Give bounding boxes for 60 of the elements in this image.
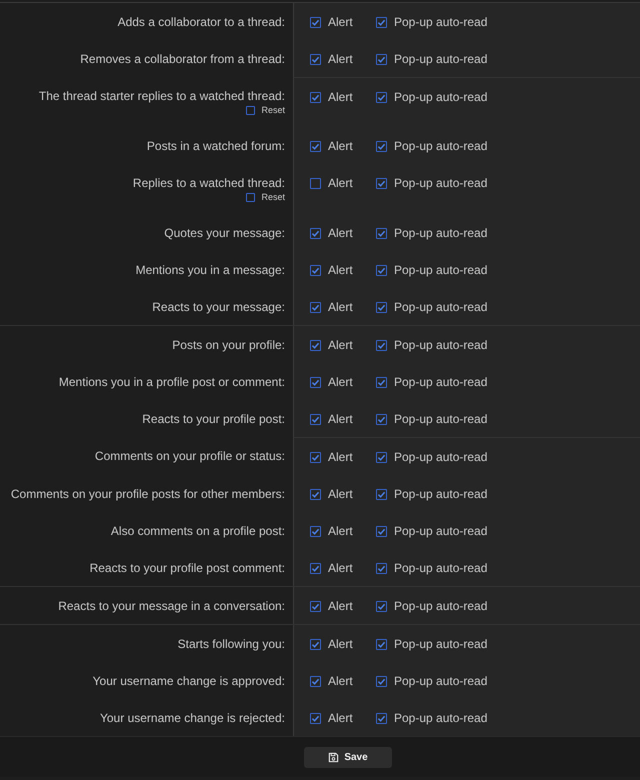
- checkbox-label[interactable]: Pop-up auto-read: [394, 412, 488, 426]
- checkbox-label[interactable]: Pop-up auto-read: [394, 338, 488, 352]
- checkbox-label[interactable]: Alert: [328, 412, 353, 426]
- setting-label: Replies to a watched thread:: [132, 176, 285, 190]
- checkbox-label[interactable]: Alert: [328, 90, 353, 104]
- checkbox-label[interactable]: Pop-up auto-read: [394, 674, 488, 688]
- checkbox-label[interactable]: Alert: [328, 338, 353, 352]
- setting-label: Reacts to your profile post comment:: [90, 561, 285, 575]
- checkbox-label[interactable]: Alert: [328, 226, 353, 240]
- setting-label: Posts on your profile:: [172, 338, 285, 352]
- setting-label: Your username change is approved:: [92, 674, 285, 688]
- checkbox-label[interactable]: Alert: [328, 139, 353, 153]
- checkbox-label[interactable]: Alert: [328, 711, 353, 725]
- checkbox-label[interactable]: Alert: [328, 450, 353, 464]
- setting-label: Reacts to your message in a conversation:: [58, 599, 285, 613]
- checkbox-label[interactable]: Alert: [328, 15, 353, 29]
- setting-label: Posts in a watched forum:: [146, 139, 285, 153]
- checkbox-label[interactable]: Alert: [328, 52, 353, 66]
- checkbox-label[interactable]: Alert: [328, 524, 353, 538]
- setting-label: Reacts to your profile post:: [142, 412, 285, 426]
- checkbox-label[interactable]: Alert: [328, 637, 353, 651]
- setting-label: Also comments on a profile post:: [110, 524, 285, 538]
- checkbox-label[interactable]: Alert: [328, 375, 353, 389]
- checkbox-label[interactable]: Alert: [328, 561, 353, 575]
- checkbox-label[interactable]: Pop-up auto-read: [394, 15, 488, 29]
- checkbox-label[interactable]: Alert: [328, 674, 353, 688]
- checkbox-label[interactable]: Reset: [261, 190, 285, 204]
- setting-label: Your username change is rejected:: [100, 711, 285, 725]
- checkbox-label[interactable]: Pop-up auto-read: [394, 300, 488, 314]
- checkbox-label[interactable]: Pop-up auto-read: [394, 263, 488, 277]
- setting-label: Adds a collaborator to a thread:: [118, 15, 285, 29]
- checkbox-label[interactable]: Pop-up auto-read: [394, 561, 488, 575]
- setting-label: Comments on your profile posts for other members:: [10, 487, 285, 501]
- setting-label: Starts following you:: [178, 637, 285, 651]
- checkbox-label[interactable]: Alert: [328, 263, 353, 277]
- setting-label: Quotes your message:: [164, 226, 285, 240]
- checkbox-label[interactable]: Pop-up auto-read: [394, 637, 488, 651]
- save-button[interactable]: Save: [304, 746, 392, 768]
- checkbox-label[interactable]: Pop-up auto-read: [394, 450, 488, 464]
- setting-label: The thread starter replies to a watched thread:: [38, 89, 285, 103]
- setting-label: Removes a collaborator from a thread:: [80, 52, 285, 66]
- setting-label: Comments on your profile or status:: [94, 449, 285, 463]
- setting-label: Mentions you in a message:: [136, 263, 285, 277]
- checkbox-label[interactable]: Alert: [328, 176, 353, 190]
- checkbox-label[interactable]: Pop-up auto-read: [394, 375, 488, 389]
- checkbox-label[interactable]: Pop-up auto-read: [394, 52, 488, 66]
- checkbox-label[interactable]: Alert: [328, 487, 353, 501]
- checkbox-label[interactable]: Pop-up auto-read: [394, 226, 488, 240]
- setting-label: Reacts to your message:: [152, 300, 285, 314]
- setting-label: Mentions you in a profile post or comment:: [58, 375, 285, 389]
- checkbox-label[interactable]: Pop-up auto-read: [394, 599, 488, 613]
- checkbox-label[interactable]: Pop-up auto-read: [394, 711, 488, 725]
- checkbox-label[interactable]: Pop-up auto-read: [394, 139, 488, 153]
- checkbox-label[interactable]: Alert: [328, 599, 353, 613]
- checkbox-label[interactable]: Pop-up auto-read: [394, 524, 488, 538]
- checkbox-label[interactable]: Pop-up auto-read: [394, 487, 488, 501]
- checkbox-label[interactable]: Pop-up auto-read: [394, 90, 488, 104]
- checkbox-label[interactable]: Reset: [261, 103, 285, 117]
- checkbox-label[interactable]: Pop-up auto-read: [394, 176, 488, 190]
- checkbox-label[interactable]: Alert: [328, 300, 353, 314]
